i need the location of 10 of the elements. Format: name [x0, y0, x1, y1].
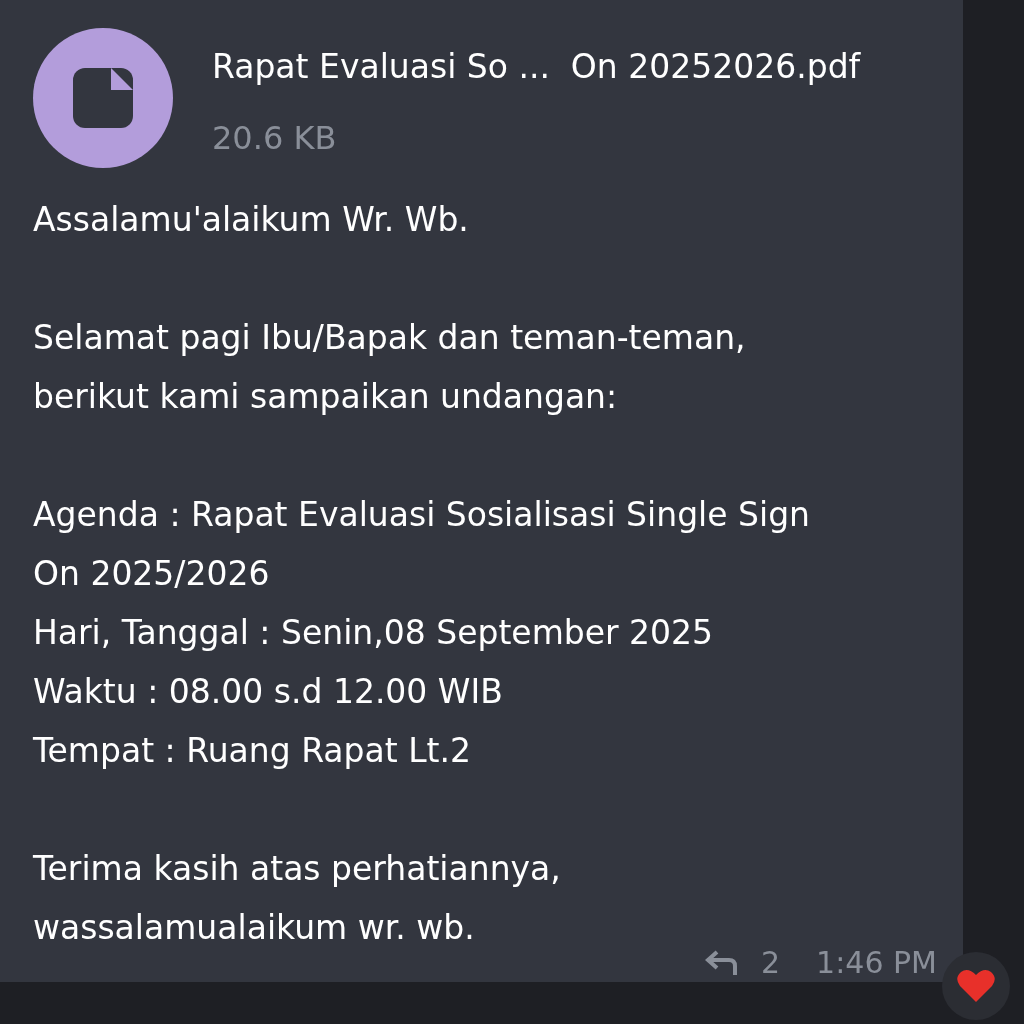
file-name[interactable]: Rapat Evaluasi So ... On 20252026.pdf: [212, 42, 861, 92]
document-icon[interactable]: [33, 28, 173, 168]
message-paragraph: Agenda : Rapat Evaluasi Sosialisasi Single Sign On 2025/2026 Hari, Tanggal : Senin,08 September 2025 Waktu : 08.00 s.d 12.00 WIB Tempat : Ruang Rapat Lt.2: [33, 494, 811, 772]
message-paragraph: Assalamu'alaikum Wr. Wb.: [33, 199, 469, 241]
reply-icon[interactable]: [705, 948, 739, 977]
file-size: 20.6 KB: [212, 118, 338, 159]
message-paragraph: Terima kasih atas perhatiannya, wassalamualaikum wr. wb.: [33, 848, 561, 949]
reply-count: 2: [761, 945, 781, 980]
message-time: 1:46 PM: [816, 945, 937, 980]
message-paragraph: Selamat pagi Ibu/Bapak dan teman-teman, berikut kami sampaikan undangan:: [33, 317, 746, 418]
